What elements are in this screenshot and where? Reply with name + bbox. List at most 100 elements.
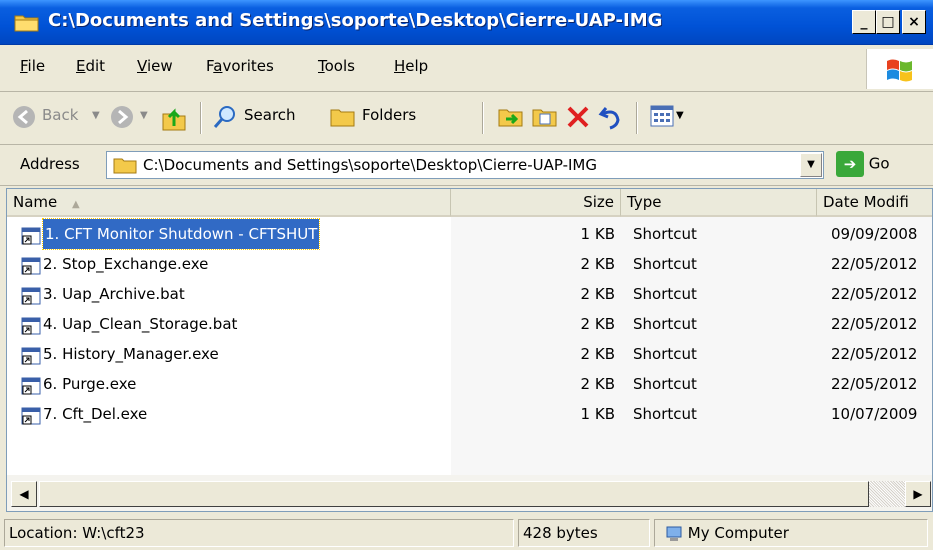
address-value: C:\Documents and Settings\soporte\Deskto… [143,156,597,174]
status-zone-label: My Computer [687,524,789,542]
my-computer-icon [666,526,682,541]
file-date: 22/05/2012 [831,315,918,333]
column-date-label: Date Modifi [823,193,909,211]
file-type: Shortcut [633,405,697,423]
explorer-window: C:\Documents and Settings\soporte\Deskto… [0,0,933,550]
menu-help-accel: H [394,57,406,75]
menu-edit-label: dit [85,57,106,75]
address-input[interactable]: C:\Documents and Settings\soporte\Deskto… [106,151,824,179]
list-item[interactable]: 3. Uap_Archive.bat 2 KB Shortcut 22/05/2012 [7,279,932,309]
up-folder-icon[interactable] [160,102,188,132]
file-size: 2 KB [580,285,615,303]
delete-icon[interactable] [566,105,590,129]
menu-view-label: iew [146,57,173,75]
address-label-text: Address [20,155,80,173]
folders-icon [330,109,355,127]
column-type-label: Type [627,193,662,211]
views-icon[interactable] [650,105,674,127]
toolbar-separator [200,102,202,134]
go-label: Go [868,154,890,173]
menu-view-accel: V [137,57,147,75]
file-date: 22/05/2012 [831,255,918,273]
menu-edit[interactable]: Edit [76,57,105,75]
column-header-size[interactable]: Size [451,189,621,217]
toolbar: Back ▼ ▼ Search Folders ▼ [0,92,933,145]
file-name[interactable]: 6. Purge.exe [43,369,136,399]
file-size: 2 KB [580,345,615,363]
file-date: 22/05/2012 [831,345,918,363]
go-arrow-icon: ➔ [836,151,864,177]
scroll-track[interactable] [869,481,905,507]
file-type: Shortcut [633,285,697,303]
forward-arrow-icon[interactable] [110,105,134,129]
shortcut-icon [21,345,41,365]
shortcut-icon [21,405,41,425]
column-size-label: Size [583,193,614,211]
file-date: 09/09/2008 [831,225,918,243]
scroll-right-button[interactable]: ▶ [905,481,931,507]
back-dropdown-icon[interactable]: ▼ [92,110,100,121]
title-bar[interactable]: C:\Documents and Settings\soporte\Deskto… [0,0,933,45]
close-button[interactable]: × [902,10,926,34]
status-zone: My Computer [654,519,928,547]
status-bar: Location: W:\cft23 428 bytes My Computer [0,514,933,550]
file-type: Shortcut [633,225,697,243]
list-item[interactable]: 2. Stop_Exchange.exe 2 KB Shortcut 22/05/20… [7,249,932,279]
menu-tools[interactable]: Tools [318,57,355,75]
file-name[interactable]: 1. CFT Monitor Shutdown - CFTSHUT [41,218,321,250]
file-date: 10/07/2009 [831,405,918,423]
folders-button[interactable]: Folders [362,106,416,124]
file-name[interactable]: 4. Uap_Clean_Storage.bat [43,309,237,339]
file-size: 2 KB [580,375,615,393]
move-to-icon[interactable] [498,105,524,129]
undo-icon[interactable] [598,104,624,130]
menu-help[interactable]: Help [394,57,428,75]
scroll-left-button[interactable]: ◀ [11,481,37,507]
sort-ascending-icon: ▲ [72,199,80,210]
search-button[interactable]: Search [244,106,296,124]
back-arrow-icon [13,106,35,128]
file-size: 1 KB [580,405,615,423]
shortcut-icon [21,315,41,335]
file-type: Shortcut [633,345,697,363]
file-name[interactable]: 3. Uap_Archive.bat [43,279,185,309]
forward-dropdown-icon[interactable]: ▼ [140,110,148,121]
file-name[interactable]: 5. History_Manager.exe [43,339,219,369]
file-list[interactable]: Name ▲ Size Type Date Modifi 1. CFT Moni… [6,188,933,512]
file-size: 2 KB [580,315,615,333]
menu-favorites[interactable]: Favorites [206,57,274,75]
list-item[interactable]: 4. Uap_Clean_Storage.bat 2 KB Shortcut 22/0… [7,309,932,339]
list-item[interactable]: 5. History_Manager.exe 2 KB Shortcut 22/05/… [7,339,932,369]
shortcut-icon [21,285,41,305]
go-button[interactable]: ➔ Go [836,151,890,177]
list-item[interactable]: 7. Cft_Del.exe 1 KB Shortcut 10/07/2009 [7,399,932,429]
views-dropdown-icon[interactable]: ▼ [676,110,684,121]
scroll-thumb[interactable] [39,481,869,507]
file-size: 2 KB [580,255,615,273]
list-item[interactable]: 1. CFT Monitor Shutdown - CFTSHUT 1 KB Sho… [7,218,932,250]
menu-tools-label: ools [324,57,355,75]
address-dropdown-button[interactable]: ▼ [800,153,822,177]
column-header-date[interactable]: Date Modifi [817,189,932,217]
file-type: Shortcut [633,255,697,273]
maximize-button[interactable]: □ [876,10,900,34]
minimize-button[interactable]: _ [852,10,876,34]
file-name[interactable]: 7. Cft_Del.exe [43,399,147,429]
copy-to-icon[interactable] [532,105,558,129]
menu-help-label: elp [405,57,429,75]
folder-icon [14,15,39,32]
folder-icon [113,158,137,174]
menu-file[interactable]: File [20,57,45,75]
back-button[interactable]: Back [42,106,78,124]
menu-file-label: ile [27,57,46,75]
file-name[interactable]: 2. Stop_Exchange.exe [43,249,208,279]
list-item[interactable]: 6. Purge.exe 2 KB Shortcut 22/05/2012 [7,369,932,399]
column-name-label: Name [13,193,58,211]
menu-view[interactable]: View [137,57,173,75]
menu-favorites-label: vorites [222,57,274,75]
column-header-name[interactable]: Name ▲ [7,189,451,217]
horizontal-scrollbar[interactable]: ◀ ▶ [7,475,932,511]
column-header-type[interactable]: Type [621,189,817,217]
windows-logo-icon [866,49,933,89]
address-label: Address [20,155,80,173]
